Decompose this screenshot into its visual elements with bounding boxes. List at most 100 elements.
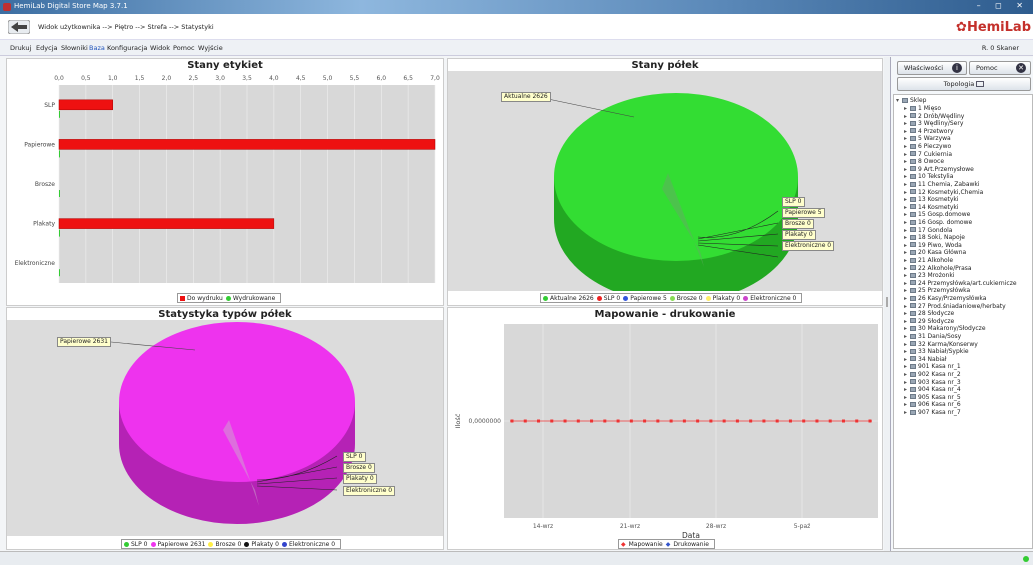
help-button[interactable]: Pomoc ✕: [969, 61, 1031, 75]
tree-item[interactable]: ▸ 24 Przemysłówka/art.cukiernicze: [904, 280, 1017, 287]
tree-item[interactable]: ▸ 17 Gondola: [904, 227, 953, 234]
folder-icon: [910, 166, 916, 172]
menu-baza[interactable]: Baza: [89, 44, 105, 52]
tree-item[interactable]: ▸ 11 Chemia, Zabawki: [904, 181, 980, 188]
folder-icon: [910, 105, 916, 111]
navigation-bar: Widok użytkownika --> Piętro --> Strefa …: [0, 14, 1033, 40]
tree-item[interactable]: ▸ 28 Słodycze: [904, 310, 954, 317]
data-point: [603, 419, 607, 423]
tree-item[interactable]: ▸ 4 Przetwory: [904, 128, 954, 135]
data-point: [868, 419, 872, 423]
tree-item[interactable]: ▸ 22 Alkohole/Prasa: [904, 265, 972, 272]
x-tick-label: 4,0: [269, 75, 279, 82]
tree-item[interactable]: ▸ 8 Owoce: [904, 158, 944, 165]
tree-item[interactable]: ▸ 30 Makarony/Słodycze: [904, 325, 986, 332]
properties-button[interactable]: Właściwości i: [897, 61, 967, 75]
data-point: [576, 419, 580, 423]
tree-item[interactable]: ▸ 14 Kosmetyki: [904, 204, 959, 211]
window-controls[interactable]: – ◻ ✕: [977, 1, 1029, 10]
splitter-grip[interactable]: [886, 297, 888, 307]
tree-item[interactable]: ▸ 906 Kasa nr_6: [904, 401, 961, 408]
tree-item[interactable]: ▸ 20 Kasa Główna: [904, 249, 966, 256]
tree-item[interactable]: ▸ 25 Przemysłówka: [904, 287, 970, 294]
pie-label: Plakaty 0: [782, 230, 816, 240]
menu-edycja[interactable]: Edycja: [36, 44, 57, 52]
tree-item[interactable]: ▸ 13 Kosmetyki: [904, 196, 959, 203]
bar-wydrukowane: [59, 269, 60, 277]
x-tick-label: 0,0: [54, 75, 64, 82]
category-label: Plakaty: [33, 221, 55, 228]
category-label: Brosze: [35, 181, 55, 188]
menu-wyjscie[interactable]: Wyjście: [198, 44, 223, 52]
info-icon: i: [952, 63, 962, 73]
tree-item[interactable]: ▸ 902 Kasa nr_2: [904, 371, 961, 378]
menu-pomoc[interactable]: Pomoc: [173, 44, 195, 52]
x-tick-label: 5,0: [323, 75, 333, 82]
chart-legend: Do wydruku Wydrukowane: [177, 293, 282, 303]
menu-widok[interactable]: Widok: [150, 44, 170, 52]
data-point: [788, 419, 792, 423]
x-tick-label: 5-paź: [794, 523, 811, 530]
tree-item[interactable]: ▸ 904 Kasa nr_4: [904, 386, 961, 393]
tree-item[interactable]: ▸ 16 Gosp. domowe: [904, 219, 972, 226]
tree-item[interactable]: ▸ 32 Karma/Konserwy: [904, 341, 978, 348]
sidebar: Właściwości i Pomoc ✕ Topologia ▾ Sklep ▸…: [890, 57, 1033, 551]
title-bar: HemiLab Digital Store Map 3.7.1 – ◻ ✕: [0, 0, 1033, 14]
tree-item[interactable]: ▸ 905 Kasa nr_5: [904, 394, 961, 401]
data-point: [722, 419, 726, 423]
tree-item[interactable]: ▸ 31 Dania/Sosy: [904, 333, 961, 340]
tree-item[interactable]: ▸ 29 Słodycze: [904, 318, 954, 325]
chart-title: Stany etykiet: [187, 60, 263, 71]
tree-item[interactable]: ▸ 12 Kosmetyki,Chemia: [904, 189, 983, 196]
tree-item[interactable]: ▸ 21 Alkohole: [904, 257, 953, 264]
folder-icon: [910, 143, 916, 149]
tree-item[interactable]: ▸ 901 Kasa nr_1: [904, 363, 961, 370]
tree-item[interactable]: ▸ 6 Pieczywo: [904, 143, 951, 150]
tree-item[interactable]: ▸ 9 Art.Przemysłowe: [904, 166, 974, 173]
tree-item[interactable]: ▸ 33 Nabiał/Sypkie: [904, 348, 969, 355]
bar-wydrukowane: [59, 229, 60, 237]
data-point: [656, 419, 660, 423]
app-icon: [3, 3, 11, 11]
data-point: [643, 419, 647, 423]
folder-icon: [910, 204, 916, 210]
folder-icon: [902, 97, 908, 103]
folder-icon: [910, 280, 916, 286]
tree-item[interactable]: ▸ 26 Kasy/Przemysłówka: [904, 295, 986, 302]
menu-drukuj[interactable]: Drukuj: [10, 44, 31, 52]
tree-item[interactable]: ▸ 7 Cukiernia: [904, 151, 952, 158]
data-point: [669, 419, 673, 423]
tree-root[interactable]: ▾ Sklep: [896, 97, 926, 104]
tree-item[interactable]: ▸ 3 Wędliny/Sery: [904, 120, 963, 127]
tree-item[interactable]: ▸ 34 Nabiał: [904, 356, 947, 363]
data-point: [802, 419, 806, 423]
tree-item[interactable]: ▸ 5 Warzywa: [904, 135, 951, 142]
category-label: Elektroniczne: [15, 260, 56, 267]
y-tick-label: 0,0000000: [469, 418, 502, 425]
tree-item[interactable]: ▸ 1 Mięso: [904, 105, 941, 112]
tree-item[interactable]: ▸ 10 Tekstylia: [904, 173, 953, 180]
tree-item[interactable]: ▸ 907 Kasa nr_7: [904, 409, 961, 416]
chart-legend: SLP 0 Papierowe 2631 Brosze 0 Plakaty 0 Elek…: [121, 539, 342, 549]
folder-icon: [910, 227, 916, 233]
back-arrow-icon[interactable]: [8, 20, 30, 34]
data-point: [629, 419, 633, 423]
x-tick-label: 2,5: [189, 75, 199, 82]
menu-slowniki[interactable]: Słowniki: [61, 44, 88, 52]
folder-icon: [910, 363, 916, 369]
tree-item[interactable]: ▸ 18 Soki, Napoje: [904, 234, 965, 241]
topology-button[interactable]: Topologia: [897, 77, 1031, 91]
folder-icon: [910, 356, 916, 362]
menu-konfiguracja[interactable]: Konfiguracja: [107, 44, 147, 52]
bar-chart: 0,0 0,5 1,0 1,5 2,0 2,5 3,0 3,5 4,0 4,5 5,0 5,5 6,0 6…: [15, 75, 440, 283]
tree-item[interactable]: ▸ 23 Mrożonki: [904, 272, 955, 279]
tree-item[interactable]: ▸ 15 Gosp.domowe: [904, 211, 970, 218]
chart-title: Stany półek: [631, 60, 699, 71]
tree-item[interactable]: ▸ 2 Drób/Wędliny: [904, 113, 964, 120]
tree-item[interactable]: ▸ 19 Piwo, Woda: [904, 242, 962, 249]
tree-item[interactable]: ▸ 27 Prod.śniadaniowe/herbaty: [904, 303, 1006, 310]
store-tree[interactable]: ▾ Sklep ▸ 1 Mięso ▸ 2 Drób/Wędliny ▸ 3 Wędliny…: [893, 94, 1033, 549]
data-point: [563, 419, 567, 423]
line-chart: 14-wrz 21-wrz 28-wrz 5-paź0,0000000IlośćDat…: [454, 324, 878, 540]
tree-item[interactable]: ▸ 903 Kasa nr_3: [904, 379, 961, 386]
